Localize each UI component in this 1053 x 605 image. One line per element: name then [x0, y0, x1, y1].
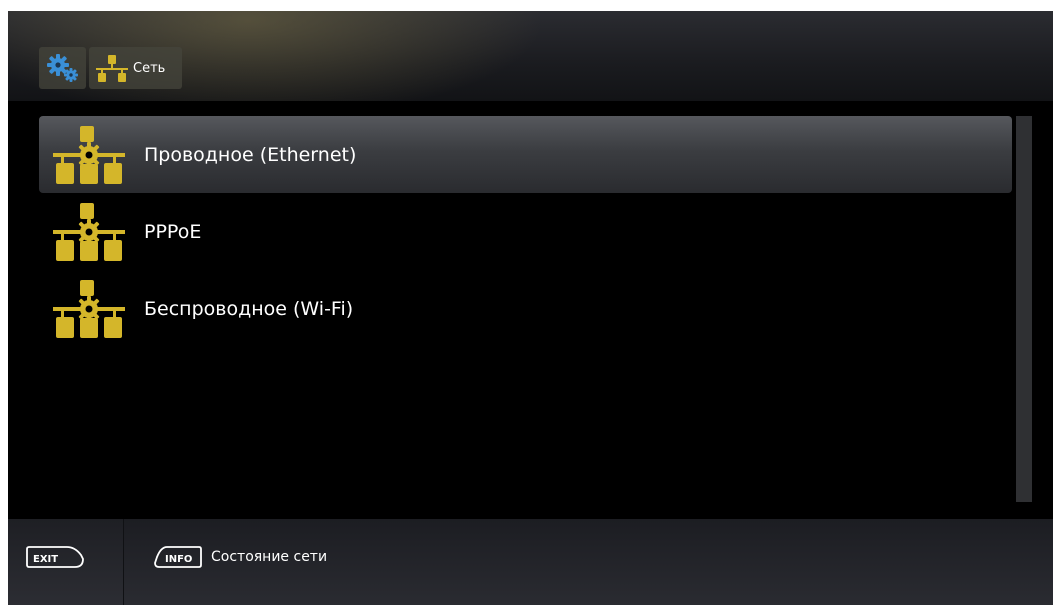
info-key-text: INFO: [165, 554, 192, 565]
network-status-label: Состояние сети: [211, 549, 328, 565]
menu-item-ethernet[interactable]: Проводное (Ethernet): [39, 116, 1012, 193]
menu-item-label: Проводное (Ethernet): [144, 143, 357, 166]
network-settings-icon: [53, 125, 125, 184]
breadcrumb-label: Сеть: [133, 60, 166, 76]
network-icon: [96, 55, 128, 82]
exit-key-icon: EXIT: [26, 546, 84, 568]
exit-key-text: EXIT: [33, 554, 58, 565]
screen: Сеть Проводное (Ethernet) PPPoE Беспрово…: [8, 11, 1053, 605]
menu-item-wifi[interactable]: Беспроводное (Wi-Fi): [39, 270, 1012, 347]
menu-item-pppoe[interactable]: PPPoE: [39, 193, 1012, 270]
network-type-list: Проводное (Ethernet) PPPoE Беспроводное …: [39, 116, 1012, 347]
gears-icon: [46, 54, 78, 82]
exit-button[interactable]: EXIT: [25, 543, 87, 571]
breadcrumb-network[interactable]: Сеть: [89, 47, 182, 89]
network-settings-icon: [53, 202, 125, 261]
footer: EXIT INFO Состояние сети: [8, 519, 1053, 605]
breadcrumb-settings[interactable]: [39, 47, 86, 89]
header: Сеть: [8, 11, 1053, 101]
info-button[interactable]: INFO Состояние сети: [153, 543, 327, 571]
scrollbar[interactable]: [1016, 116, 1032, 502]
network-settings-icon: [53, 279, 125, 338]
menu-item-label: Беспроводное (Wi-Fi): [144, 297, 354, 320]
menu-item-label: PPPoE: [144, 220, 202, 243]
info-key-icon: INFO: [154, 546, 202, 568]
